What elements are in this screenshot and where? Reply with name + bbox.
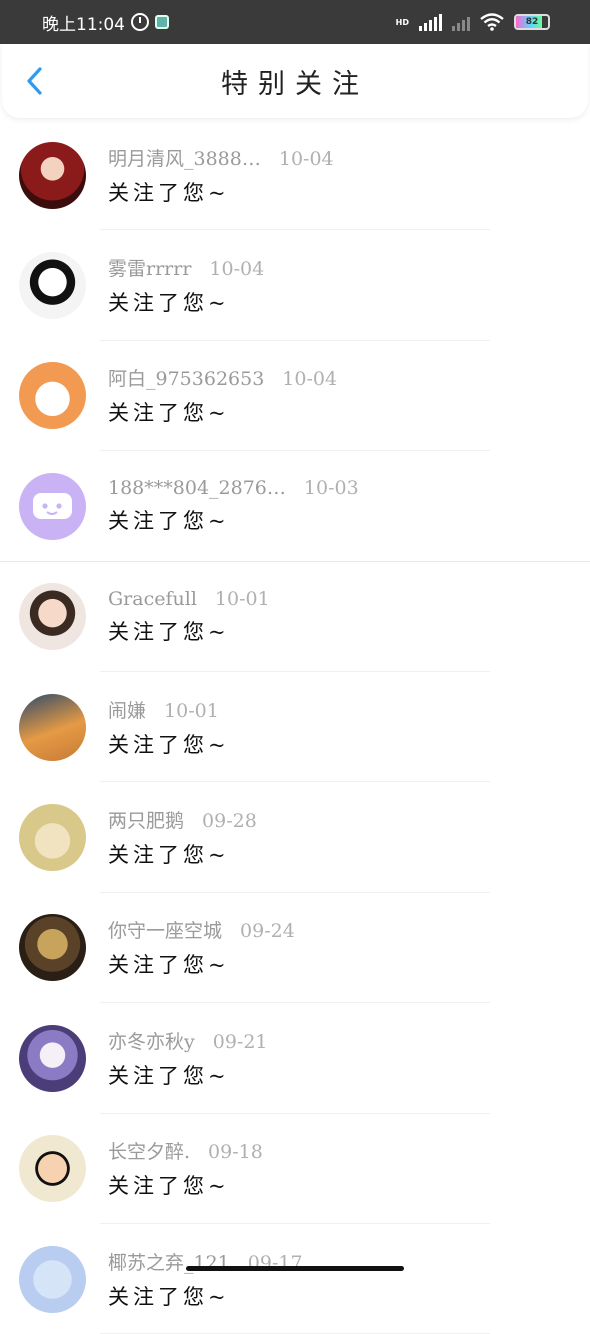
user-name[interactable]: 亦冬亦秋y bbox=[108, 1031, 195, 1053]
follow-item-meta: 阿白_975362653 10-04 bbox=[108, 364, 337, 391]
follow-item-text: 明月清风_3888… 10-04 关注了您~ bbox=[108, 144, 334, 207]
user-name[interactable]: 阿白_975362653 bbox=[108, 368, 264, 390]
status-bar: 晚上11:04 HD 82 bbox=[0, 0, 590, 44]
avatar[interactable] bbox=[19, 1024, 86, 1092]
follow-time: 10-01 bbox=[214, 587, 270, 610]
follow-item-text: 椰苏之弃_121 09-17 关注了您~ bbox=[108, 1248, 303, 1311]
follow-item[interactable]: 长空夕醉. 09-18 关注了您~ bbox=[0, 1114, 590, 1224]
avatar[interactable] bbox=[19, 141, 86, 209]
follow-item[interactable]: 两只肥鹅 09-28 关注了您~ bbox=[0, 782, 590, 893]
avatar[interactable] bbox=[19, 362, 86, 430]
follow-message: 关注了您~ bbox=[108, 1063, 230, 1088]
user-name[interactable]: 两只肥鹅 bbox=[108, 810, 184, 832]
alarm-clock-icon bbox=[131, 13, 149, 31]
battery-percent: 82 bbox=[525, 17, 539, 27]
user-name[interactable]: 闹嫌 bbox=[108, 700, 146, 722]
follow-item-text: 闹嫌 10-01 关注了您~ bbox=[108, 696, 230, 759]
cell-signal-2-icon bbox=[452, 13, 470, 31]
follow-item-meta: Gracefull 10-01 bbox=[108, 588, 270, 610]
follow-message: 关注了您~ bbox=[108, 509, 230, 534]
follow-time: 10-01 bbox=[164, 699, 219, 722]
back-button[interactable] bbox=[20, 66, 50, 96]
follow-item-text: 亦冬亦秋y 09-21 关注了您~ bbox=[108, 1027, 268, 1090]
cell-signal-icon bbox=[419, 13, 442, 31]
follow-item[interactable]: 亦冬亦秋y 09-21 关注了您~ bbox=[0, 1003, 590, 1114]
follow-time: 09-18 bbox=[208, 1141, 263, 1164]
user-name[interactable]: Gracefull bbox=[108, 588, 197, 610]
hd-label: HD bbox=[395, 17, 409, 27]
follow-time: 09-21 bbox=[212, 1030, 268, 1053]
follow-time: 10-04 bbox=[209, 258, 265, 281]
follow-item-meta: 亦冬亦秋y 09-21 bbox=[108, 1027, 268, 1054]
follow-item[interactable]: 阿白_975362653 10-04 关注了您~ bbox=[0, 341, 590, 452]
chevron-left-icon bbox=[27, 67, 42, 95]
chat-bubble-icon bbox=[33, 492, 72, 519]
avatar[interactable] bbox=[19, 804, 86, 872]
follow-message: 关注了您~ bbox=[108, 953, 230, 978]
avatar[interactable] bbox=[19, 693, 86, 761]
follow-time: 09-24 bbox=[240, 920, 295, 943]
follow-item[interactable]: 188***804_2876… 10-03 关注了您~ bbox=[0, 451, 590, 562]
header: 特别关注 bbox=[2, 44, 588, 118]
follow-item[interactable]: 椰苏之弃_121 09-17 关注了您~ bbox=[0, 1224, 590, 1334]
follow-item-text: Gracefull 10-01 关注了您~ bbox=[108, 588, 270, 646]
follow-message: 关注了您~ bbox=[108, 1174, 230, 1199]
follow-item-text: 你守一座空城 09-24 关注了您~ bbox=[108, 916, 295, 979]
follow-item[interactable]: 明月清风_3888… 10-04 关注了您~ bbox=[0, 120, 590, 231]
status-right: HD 82 bbox=[396, 13, 550, 31]
follow-message: 关注了您~ bbox=[108, 732, 230, 757]
user-name[interactable]: 雾雷rrrrr bbox=[108, 258, 191, 280]
avatar[interactable] bbox=[19, 914, 86, 982]
follow-message: 关注了您~ bbox=[108, 843, 230, 868]
follow-item-meta: 长空夕醉. 09-18 bbox=[108, 1137, 263, 1164]
status-left: 晚上11:04 bbox=[42, 10, 169, 35]
follow-item-meta: 188***804_2876… 10-03 bbox=[108, 477, 359, 499]
avatar[interactable] bbox=[19, 472, 86, 540]
follow-item-meta: 明月清风_3888… 10-04 bbox=[108, 144, 334, 171]
follow-message: 关注了您~ bbox=[108, 401, 230, 426]
follow-item-text: 阿白_975362653 10-04 关注了您~ bbox=[108, 364, 337, 427]
follow-time: 09-28 bbox=[202, 810, 257, 833]
page-title: 特别关注 bbox=[221, 68, 369, 100]
avatar[interactable] bbox=[19, 1245, 86, 1313]
follow-item-meta: 两只肥鹅 09-28 bbox=[108, 806, 257, 833]
wifi-icon bbox=[480, 13, 504, 31]
user-name[interactable]: 长空夕醉. bbox=[108, 1141, 190, 1163]
avatar[interactable] bbox=[19, 583, 86, 651]
follow-item[interactable]: 闹嫌 10-01 关注了您~ bbox=[0, 672, 590, 783]
follow-item-text: 188***804_2876… 10-03 关注了您~ bbox=[108, 477, 359, 535]
avatar[interactable] bbox=[19, 1135, 86, 1203]
follow-item-meta: 雾雷rrrrr 10-04 bbox=[108, 254, 264, 281]
home-indicator[interactable] bbox=[186, 1266, 404, 1271]
avatar[interactable] bbox=[19, 252, 86, 320]
follow-item-text: 长空夕醉. 09-18 关注了您~ bbox=[108, 1137, 263, 1200]
follow-item[interactable]: 你守一座空城 09-24 关注了您~ bbox=[0, 893, 590, 1004]
follow-item-meta: 闹嫌 10-01 bbox=[108, 696, 230, 723]
battery-icon: 82 bbox=[514, 14, 550, 30]
app-notification-icon bbox=[155, 15, 169, 29]
follow-message: 关注了您~ bbox=[108, 619, 230, 644]
follow-item-text: 两只肥鹅 09-28 关注了您~ bbox=[108, 806, 257, 869]
follow-message: 关注了您~ bbox=[108, 180, 230, 205]
follow-time: 10-03 bbox=[303, 477, 359, 500]
follow-time: 10-04 bbox=[278, 147, 334, 170]
follow-item[interactable]: 雾雷rrrrr 10-04 关注了您~ bbox=[0, 230, 590, 341]
user-name[interactable]: 188***804_2876… bbox=[108, 477, 286, 499]
follow-item[interactable]: Gracefull 10-01 关注了您~ bbox=[0, 562, 590, 672]
user-name[interactable]: 你守一座空城 bbox=[108, 920, 222, 942]
follow-list: 明月清风_3888… 10-04 关注了您~ 雾雷rrrrr 10-04 关注了您~ 阿白_… bbox=[0, 120, 590, 1334]
status-time: 晚上11:04 bbox=[42, 14, 125, 35]
follow-message: 关注了您~ bbox=[108, 291, 230, 316]
user-name[interactable]: 明月清风_3888… bbox=[108, 148, 261, 170]
follow-item-meta: 你守一座空城 09-24 bbox=[108, 916, 295, 943]
follow-time: 10-04 bbox=[282, 368, 338, 391]
follow-item-text: 雾雷rrrrr 10-04 关注了您~ bbox=[108, 254, 264, 317]
follow-message: 关注了您~ bbox=[108, 1284, 230, 1309]
